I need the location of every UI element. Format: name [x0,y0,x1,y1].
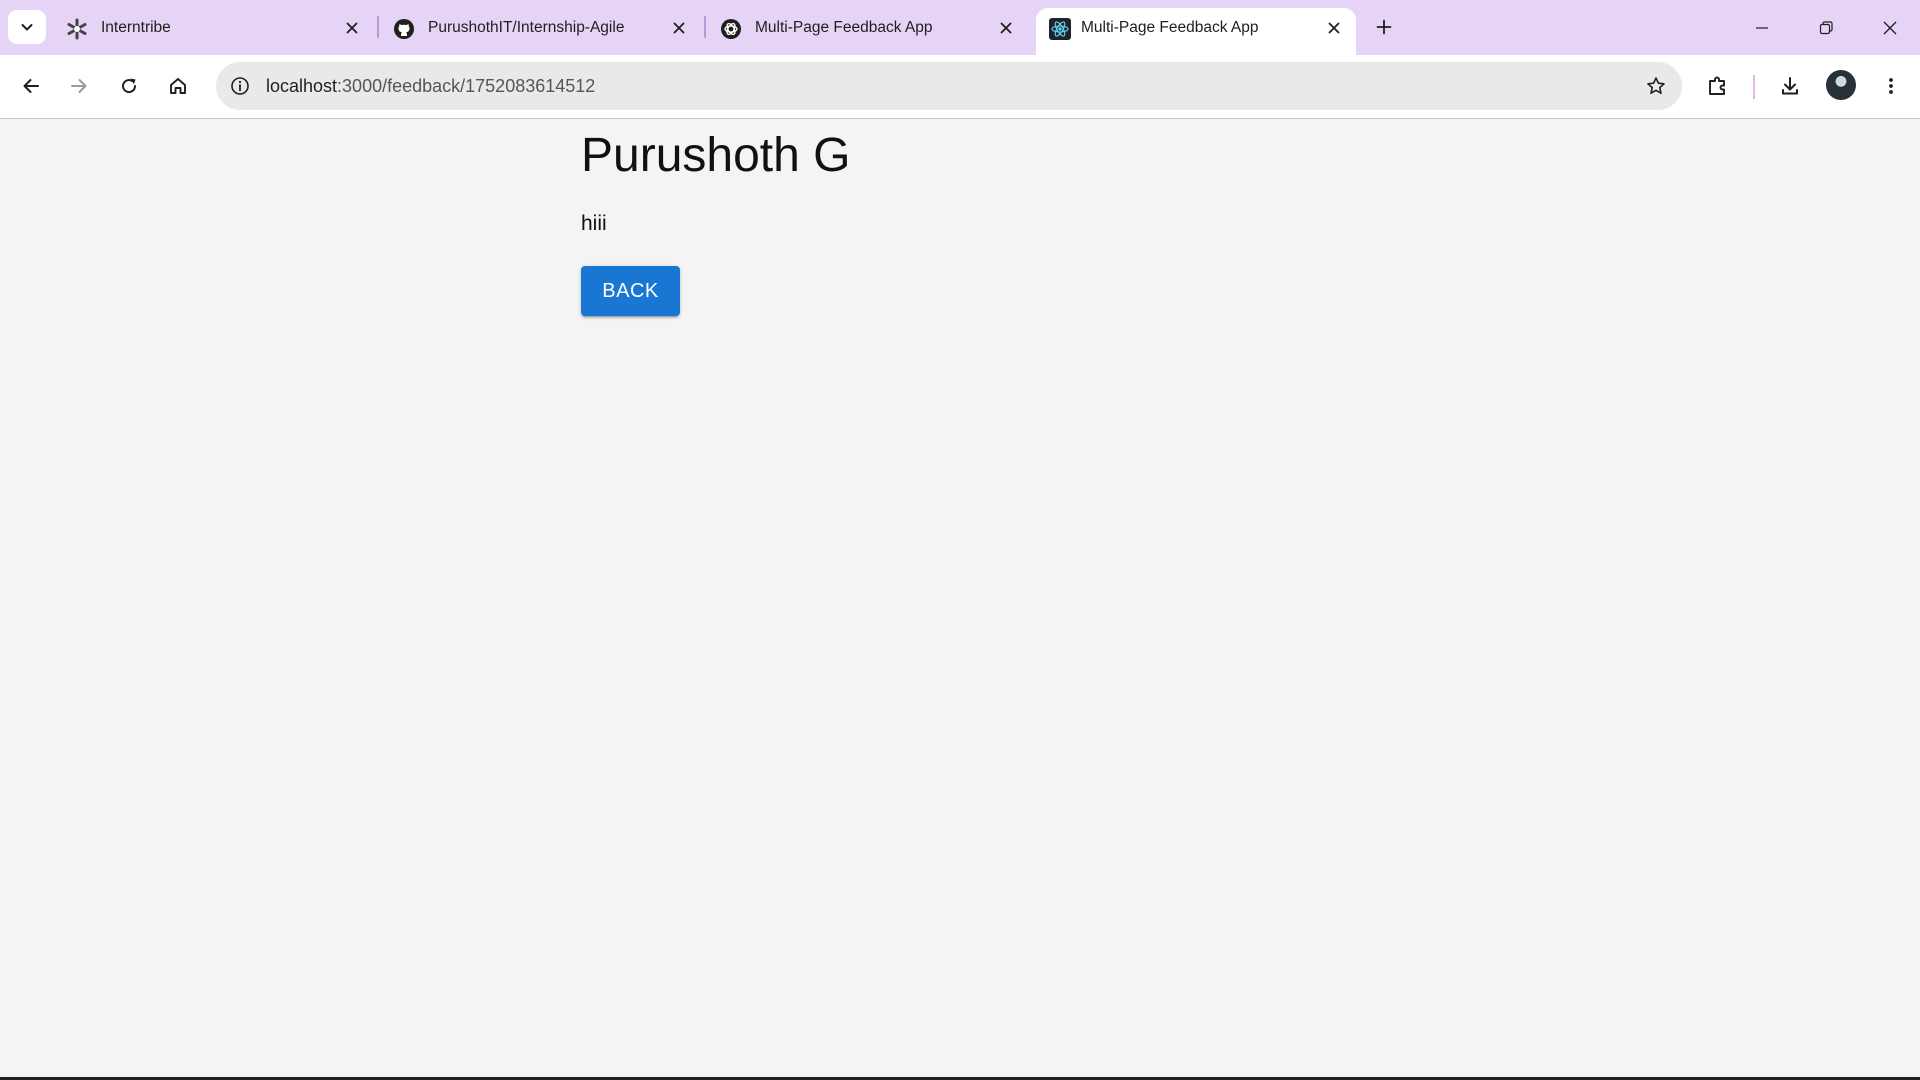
extensions-button[interactable] [1700,68,1736,104]
chevron-down-icon [19,19,35,35]
react-icon [1049,18,1071,40]
menu-button[interactable] [1873,68,1909,104]
openai-icon [720,18,742,40]
close-icon[interactable] [994,16,1018,40]
download-icon [1779,75,1801,97]
reload-button[interactable] [111,68,147,104]
tab-title: Multi-Page Feedback App [755,19,933,36]
tab-title: Multi-Page Feedback App [1081,19,1259,36]
close-icon [1882,20,1898,36]
close-icon[interactable] [667,16,691,40]
interntribe-logo-icon [66,18,88,40]
tab-github[interactable]: PurushothIT/Internship-Agile [393,8,693,48]
browser-toolbar: localhost:3000/feedback/1752083614512 [0,55,1920,119]
address-bar[interactable]: localhost:3000/feedback/1752083614512 [216,62,1682,110]
toolbar-divider [1753,75,1755,99]
tab-title: Interntribe [101,19,171,36]
back-nav-button[interactable] [13,68,49,104]
tab-search-button[interactable] [8,10,46,44]
page-title: Purushoth G [581,129,851,182]
tab-divider [704,16,706,38]
tab-feedback-app[interactable]: Multi-Page Feedback App [720,8,1020,48]
forward-nav-button[interactable] [61,68,97,104]
reload-icon [119,76,139,96]
bookmark-star-icon[interactable] [1644,74,1668,98]
tab-strip: Interntribe PurushothIT/Internship-Agile [0,0,1920,55]
github-icon [393,18,415,40]
new-tab-button[interactable] [1368,11,1400,43]
restore-icon [1818,20,1834,36]
tab-feedback-app-active[interactable]: Multi-Page Feedback App [1036,8,1356,55]
home-icon [168,76,188,96]
profile-avatar[interactable] [1826,70,1856,100]
page-viewport: Purushoth G hiii BACK [0,120,1920,1078]
url-path: :3000/feedback/1752083614512 [337,76,596,96]
close-icon[interactable] [1322,16,1346,40]
arrow-right-icon [69,76,89,96]
feedback-message: hiii [581,212,607,235]
downloads-button[interactable] [1772,68,1808,104]
close-icon[interactable] [340,16,364,40]
site-info-icon[interactable] [228,74,252,98]
more-vertical-icon [1881,76,1901,96]
tab-title: PurushothIT/Internship-Agile [428,19,625,36]
plus-icon [1376,19,1392,35]
restore-button[interactable] [1806,8,1846,48]
home-button[interactable] [160,68,196,104]
minimize-button[interactable] [1742,8,1782,48]
url-host: localhost [266,76,338,96]
back-button[interactable]: BACK [581,266,680,316]
tab-interntribe[interactable]: Interntribe [66,8,366,48]
puzzle-icon [1707,75,1729,97]
window-close-button[interactable] [1870,8,1910,48]
url-text[interactable]: localhost:3000/feedback/1752083614512 [266,76,595,96]
arrow-left-icon [21,76,41,96]
tab-divider [377,16,379,38]
minimize-icon [1754,20,1770,36]
